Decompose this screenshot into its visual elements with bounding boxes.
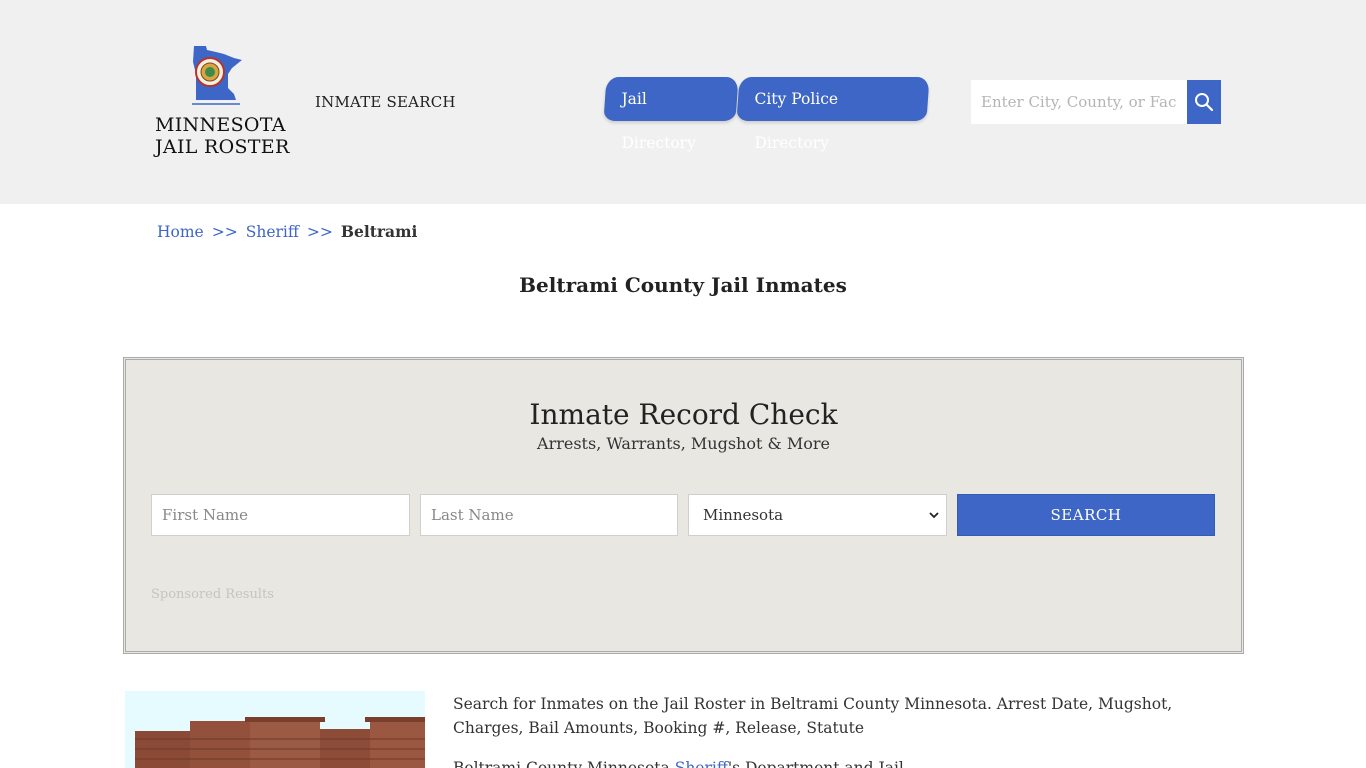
desc2-text-end: 's Department and Jail	[727, 759, 904, 768]
search-icon	[1195, 93, 1214, 112]
breadcrumb-current: Beltrami	[340, 222, 418, 241]
breadcrumb: Home >> Sheriff >> Beltrami	[157, 222, 417, 241]
facility-search-input[interactable]	[971, 80, 1187, 124]
logo-line-1: MINNESOTA	[155, 114, 286, 136]
panel-subtitle: Arrests, Warrants, Mugshot & More	[537, 434, 830, 453]
record-search-button[interactable]: SEARCH	[957, 494, 1215, 536]
chevron-down-icon	[929, 512, 939, 519]
county-description: Search for Inmates on the Jail Roster in…	[453, 695, 1173, 737]
site-logo[interactable]: MINNESOTA JAIL ROSTER	[150, 44, 290, 164]
nav-tab-jail-directory[interactable]: Jail Directory	[603, 77, 739, 152]
logo-line-2: JAIL ROSTER	[155, 136, 290, 158]
breadcrumb-separator: >>	[306, 223, 333, 241]
breadcrumb-separator: >>	[211, 223, 238, 241]
header-search-button[interactable]	[1187, 80, 1221, 124]
inmate-record-check-panel: Inmate Record Check Arrests, Warrants, M…	[123, 357, 1244, 654]
first-name-input[interactable]	[151, 494, 410, 536]
logo-text: MINNESOTA JAIL ROSTER	[155, 114, 290, 158]
county-description-2: Beltrami County Minnesota Sheriff's Depa…	[453, 756, 1243, 768]
jail-building-image	[125, 691, 425, 768]
desc2-text-start: Beltrami County Minnesota	[453, 759, 675, 768]
site-header: MINNESOTA JAIL ROSTER INMATE SEARCH Jail…	[0, 0, 1366, 204]
sheriff-link[interactable]: Sheriff	[675, 759, 728, 768]
header-search	[971, 80, 1221, 124]
nav-tab-label: City Police Directory	[754, 90, 839, 152]
nav-tab-city-police-directory[interactable]: City Police Directory	[736, 77, 930, 152]
breadcrumb-sheriff[interactable]: Sheriff	[246, 223, 299, 241]
last-name-input[interactable]	[420, 494, 678, 536]
sponsored-results-label: Sponsored Results	[151, 587, 274, 602]
page-title: Beltrami County Jail Inmates	[519, 273, 847, 297]
state-select[interactable]: Minnesota	[688, 494, 947, 536]
jail-building-photo	[125, 691, 425, 768]
inmate-search-link[interactable]: INMATE SEARCH	[315, 93, 456, 111]
breadcrumb-home[interactable]: Home	[157, 223, 204, 241]
panel-title: Inmate Record Check	[529, 398, 838, 431]
nav-tab-label: Jail Directory	[621, 90, 696, 152]
minnesota-map-icon	[192, 46, 242, 105]
